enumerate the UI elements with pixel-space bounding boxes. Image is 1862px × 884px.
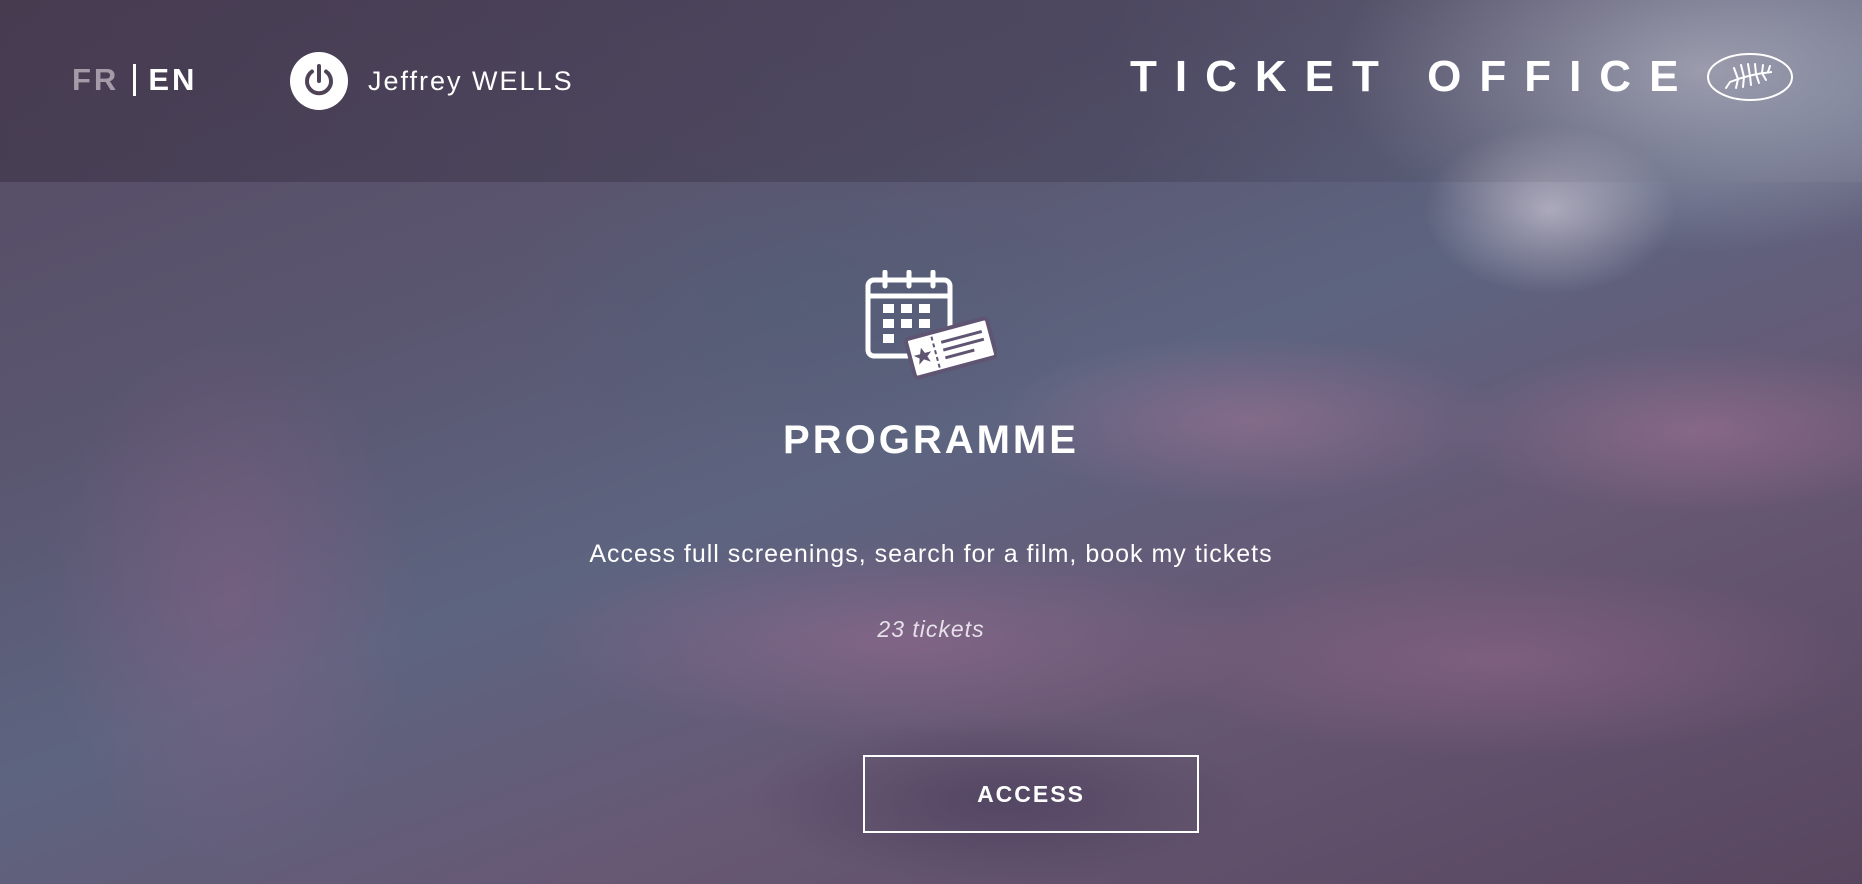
calendar-ticket-icon (865, 270, 997, 380)
lang-fr-link[interactable]: FR (72, 62, 119, 98)
power-icon (305, 64, 333, 96)
lang-divider (133, 64, 137, 96)
palm-leaf-logo[interactable] (1706, 52, 1794, 102)
programme-section: PROGRAMME Access full screenings, search… (0, 270, 1862, 644)
access-button[interactable]: ACCESS (863, 755, 1199, 833)
language-switcher: FR EN (72, 62, 197, 98)
user-name: Jeffrey WELLS (368, 65, 574, 96)
brand: TICKET OFFICE (1130, 52, 1794, 102)
site-title: TICKET OFFICE (1130, 52, 1697, 101)
programme-description: Access full screenings, search for a fil… (589, 540, 1273, 568)
logout-button[interactable] (290, 52, 348, 110)
page: FR EN Jeffrey WELLS TICKET OFFICE PROGRA… (0, 0, 1862, 884)
programme-title: PROGRAMME (783, 418, 1079, 462)
user-area: Jeffrey WELLS (290, 52, 574, 110)
ticket-count: 23 tickets (877, 616, 985, 642)
access-button-label: ACCESS (977, 780, 1085, 807)
lang-en-link[interactable]: EN (148, 62, 197, 98)
